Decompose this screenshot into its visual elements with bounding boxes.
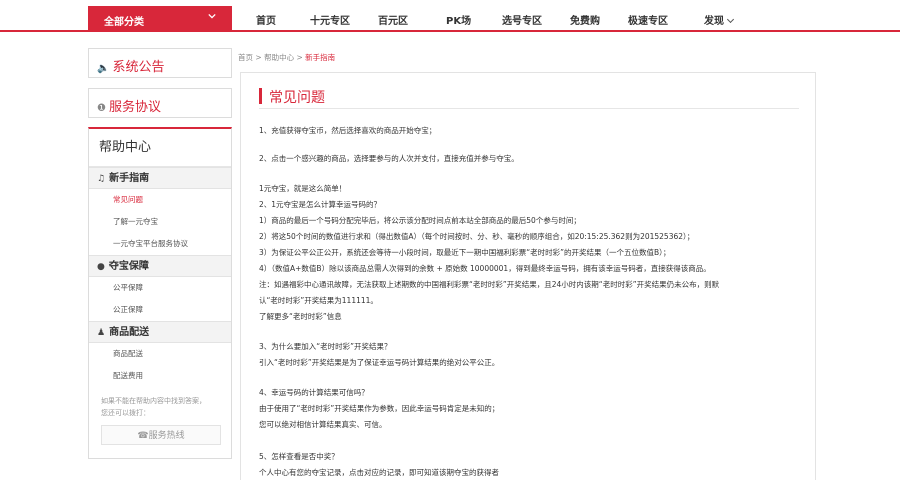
service-agreement-label: 服务协议 bbox=[108, 100, 161, 115]
nav-pick-number-zone[interactable]: 选号专区 bbox=[502, 12, 542, 27]
breadcrumb: 首页 > 帮助中心 > 新手指南 bbox=[238, 52, 335, 63]
group-guarantee[interactable]: ● 夺宝保障 bbox=[89, 255, 231, 277]
nav-hundred-yuan-zone[interactable]: 百元区 bbox=[378, 12, 408, 27]
faq-learn-more-link[interactable]: 了解更多“老时时彩”信息 bbox=[259, 311, 342, 322]
all-categories-button[interactable]: 全部分类 bbox=[88, 6, 232, 32]
faq-line: 2）将这50个时间的数值进行求和（得出数值A）（每个时间按时、分、秒、毫秒的顺序… bbox=[259, 232, 695, 241]
sidebar-item-fair-guarantee[interactable]: 公平保障 bbox=[89, 277, 231, 299]
help-note: 如果不能在帮助内容中找到答案， 您还可以拨打： bbox=[89, 387, 231, 419]
page-title: 常见问题 bbox=[269, 90, 325, 106]
sidebar-item-about[interactable]: 了解一元夺宝 bbox=[89, 211, 231, 233]
system-notice-link[interactable]: 🔈 系统公告 bbox=[88, 48, 232, 78]
faq-line: 注：如遇福彩中心通讯故障，无法获取上述期数的中国福利彩票“老时时彩”开奖结果，且… bbox=[259, 280, 720, 289]
faq-question: 2、1元夺宝是怎么计算幸运号码的？ bbox=[259, 200, 382, 209]
breadcrumb-help[interactable]: 帮助中心 bbox=[264, 53, 294, 62]
breadcrumb-separator: > bbox=[296, 53, 303, 62]
headset-icon: ☎ bbox=[137, 431, 149, 441]
faq-line: 您可以绝对相信计算结果真实、可信。 bbox=[259, 420, 387, 429]
faq-line: 2、点击一个感兴趣的商品，选择要参与的人次并支付，直接充值并参与夺宝。 bbox=[259, 154, 519, 163]
sidebar-item-faq[interactable]: 常见问题 bbox=[89, 189, 231, 211]
chevron-down-icon bbox=[726, 15, 735, 24]
faq-line: 1、充值获得夺宝币，然后选择喜欢的商品开始夺宝； bbox=[259, 126, 437, 135]
breadcrumb-home[interactable]: 首页 bbox=[238, 53, 253, 62]
speaker-icon: 🔈 bbox=[97, 63, 110, 74]
nav-discover[interactable]: 发现 bbox=[704, 12, 735, 27]
nav-fast-zone[interactable]: 极速专区 bbox=[628, 12, 668, 27]
group-delivery[interactable]: ♟ 商品配送 bbox=[89, 321, 231, 343]
info-icon: ❶ bbox=[97, 103, 106, 114]
help-center-title: 帮助中心 bbox=[89, 129, 231, 167]
group-newbie-guide[interactable]: ♫ 新手指南 bbox=[89, 167, 231, 189]
faq-line: 认“老时时彩”开奖结果为111111。 bbox=[259, 296, 378, 305]
lock-icon: ● bbox=[97, 262, 105, 272]
faq-line: 1元夺宝，就是这么简单！ bbox=[259, 184, 347, 193]
group-delivery-label: 商品配送 bbox=[109, 327, 150, 338]
chevron-down-icon bbox=[208, 13, 216, 19]
faq-line: 4）（数值A+数值B）除以该商品总需人次得到的余数 + 原始数 10000001… bbox=[259, 264, 711, 273]
top-nav-bar: 全部分类 首页 十元专区 百元区 PK场 选号专区 免费购 极速专区 发现 bbox=[0, 0, 900, 32]
help-center-panel: 帮助中心 ♫ 新手指南 常见问题 了解一元夺宝 一元夺宝平台服务协议 ● 夺宝保障 … bbox=[88, 127, 232, 459]
user-icon: ♟ bbox=[97, 328, 106, 338]
faq-content-panel: 常见问题 1、充值获得夺宝币，然后选择喜欢的商品开始夺宝； 2、点击一个感兴趣的… bbox=[240, 72, 816, 480]
faq-line: 引入“老时时彩”开奖结果是为了保证幸运号码计算结果的绝对公平公正。 bbox=[259, 358, 500, 367]
breadcrumb-current: 新手指南 bbox=[305, 53, 336, 62]
faq-question: 4、幸运号码的计算结果可信吗？ bbox=[259, 388, 369, 397]
faq-question: 5、怎样查看是否中奖？ bbox=[259, 452, 339, 461]
help-note-line-1: 如果不能在帮助内容中找到答案， bbox=[101, 397, 206, 405]
all-categories-label: 全部分类 bbox=[104, 17, 144, 28]
sidebar-item-delivery[interactable]: 商品配送 bbox=[89, 343, 231, 365]
breadcrumb-separator: > bbox=[255, 53, 262, 62]
nav-free-buy[interactable]: 免费购 bbox=[570, 12, 600, 27]
headset-icon: ♫ bbox=[97, 174, 106, 184]
title-accent-bar bbox=[259, 88, 262, 104]
faq-line: 个人中心有您的夺宝记录，点击对应的记录，即可知道该期夺宝的获得者 bbox=[259, 468, 499, 477]
service-agreement-link[interactable]: ❶ 服务协议 bbox=[88, 88, 232, 118]
help-note-line-2: 您还可以拨打： bbox=[101, 409, 150, 417]
faq-line: 由于使用了“老时时彩”开奖结果作为参数，因此幸运号码肯定是未知的； bbox=[259, 404, 500, 413]
nav-discover-label: 发现 bbox=[704, 16, 724, 27]
faq-line: 3）为保证公平公正公开，系统还会等待一小段时间，取最近下一期中国福利彩票“老时时… bbox=[259, 248, 671, 257]
sidebar-item-delivery-fee[interactable]: 配送费用 bbox=[89, 365, 231, 387]
faq-line: 1）商品的最后一个号码分配完毕后，将公示该分配时间点前本站全部商品的最后50个参… bbox=[259, 216, 581, 225]
group-guarantee-label: 夺宝保障 bbox=[108, 261, 149, 272]
group-newbie-guide-label: 新手指南 bbox=[109, 173, 150, 184]
service-hotline-button[interactable]: ☎服务热线 bbox=[101, 425, 221, 445]
service-hotline-label: 服务热线 bbox=[148, 431, 185, 441]
nav-pk-zone[interactable]: PK场 bbox=[446, 12, 471, 27]
nav-home[interactable]: 首页 bbox=[256, 12, 276, 27]
faq-question: 3、为什么要加入“老时时彩”开奖结果？ bbox=[259, 342, 392, 351]
sidebar-item-just-guarantee[interactable]: 公正保障 bbox=[89, 299, 231, 321]
system-notice-label: 系统公告 bbox=[112, 60, 165, 75]
section-title: 常见问题 bbox=[259, 87, 799, 109]
sidebar-item-platform-agreement[interactable]: 一元夺宝平台服务协议 bbox=[89, 233, 231, 255]
nav-ten-yuan-zone[interactable]: 十元专区 bbox=[310, 12, 350, 27]
